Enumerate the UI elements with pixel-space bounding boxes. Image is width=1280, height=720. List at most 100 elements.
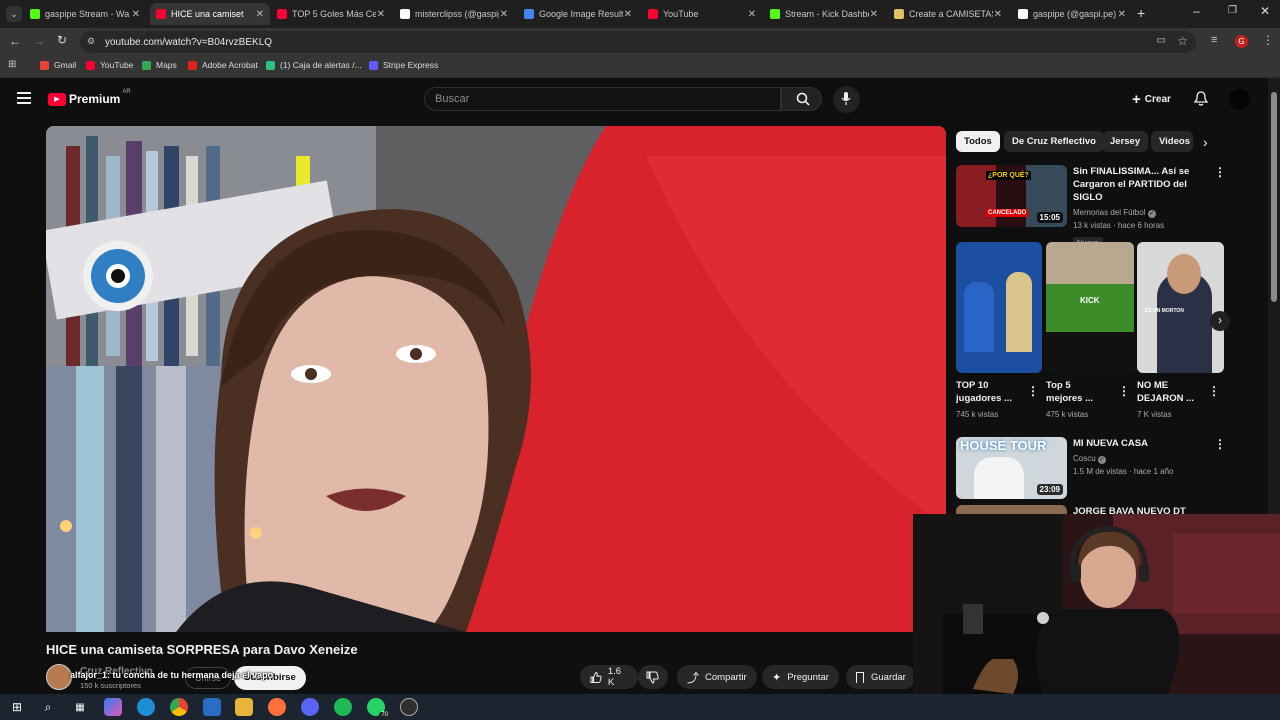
close-tab-icon[interactable]: ✕ [256,9,264,20]
bookmark-item[interactable]: YouTube [86,60,133,70]
close-tab-icon[interactable]: ✕ [748,9,756,20]
channel-avatar[interactable] [46,664,72,690]
browser-tab[interactable]: Stream - Kick Dashbo ✕ [764,3,884,25]
discord-icon[interactable] [301,698,319,716]
close-tab-icon[interactable]: ✕ [132,9,140,20]
chip-videos[interactable]: Videos [1151,131,1193,152]
save-button[interactable]: Guardar [846,665,916,689]
logo-text: Premium [69,92,121,106]
short-title: TOP 10 [956,380,989,391]
video-thumbnail: ¿POR QUÉ? CANCELADO 15:05 [956,165,1067,227]
search-button[interactable] [781,87,822,111]
close-tab-icon[interactable]: ✕ [870,9,878,20]
minimize-button[interactable]: – [1193,4,1200,18]
bookmark-item[interactable]: Maps [142,60,177,70]
edge-icon[interactable] [137,698,155,716]
browser-tab[interactable]: Create a CAMISETAS ✕ [888,3,1008,25]
address-bar[interactable]: ⚙ youtube.com/watch?v=B04rvzBEKLQ ▭ ☆ [80,31,1196,53]
create-button[interactable]: + Crear [1124,87,1179,111]
more-actions-icon[interactable]: ⋮ [1208,384,1220,398]
site-info-icon[interactable]: ⚙ [87,36,95,47]
bookmark-item[interactable]: Gmail [40,60,76,70]
account-avatar[interactable] [1229,89,1250,110]
forward-icon[interactable]: → [33,34,45,48]
browser-tab[interactable]: HICE una camiset ✕ [150,3,270,25]
shorts-shelf: KICK ES UN MORTON › TOP 10 jugadores ...… [956,242,1230,427]
voice-search-button[interactable] [833,86,860,113]
bookmark-item[interactable]: Adobe Acrobat [188,60,258,70]
store-icon[interactable] [203,698,221,716]
guide-menu-icon[interactable] [17,92,31,104]
reading-list-icon[interactable]: ≡ [1211,34,1217,46]
chip-from-channel[interactable]: De Cruz Reflectivo [1004,131,1104,152]
short-thumbnail[interactable]: KICK [1046,242,1134,373]
reload-icon[interactable]: ↻ [57,33,67,47]
restore-button[interactable]: ❐ [1228,5,1237,16]
bookmark-item[interactable]: (1) Caja de alertas /... [266,60,362,70]
notifications-bell-icon[interactable] [1194,91,1208,107]
close-tab-icon[interactable]: ✕ [624,9,632,20]
bookmark-item[interactable]: Stripe Express [369,60,438,70]
thumbs-down-icon [646,671,659,684]
search-icon [796,92,810,106]
tab-title: YouTube [663,9,699,19]
file-explorer-icon[interactable] [235,698,253,716]
close-tab-icon[interactable]: ✕ [377,9,385,20]
more-actions-icon[interactable]: ⋮ [1118,384,1130,398]
chrome-icon[interactable] [170,698,188,716]
browser-tab[interactable]: misterclipss (@gaspip ✕ [394,3,514,25]
ask-button[interactable]: ✦ Preguntar [762,665,839,689]
task-view-icon[interactable]: ▦ [71,698,89,716]
search-input[interactable]: Buscar [424,87,781,111]
tab-title: Stream - Kick Dashbo [785,9,869,19]
obs-icon[interactable] [400,698,418,716]
browser-tab[interactable]: TOP 5 Goles Más Cele ✕ [271,3,391,25]
video-player[interactable] [46,126,946,632]
new-tab-button[interactable]: + [1137,5,1145,21]
short-thumbnail[interactable] [956,242,1042,373]
close-window-button[interactable]: ✕ [1260,4,1270,18]
scrollbar-thumb[interactable] [1271,92,1277,302]
browser-tab[interactable]: YouTube ✕ [642,3,762,25]
browser-tab[interactable]: gaspipe (@gaspi.pe) ✕ [1012,3,1132,25]
chip-all[interactable]: Todos [956,131,1000,152]
firefox-icon[interactable] [268,698,286,716]
profile-avatar[interactable]: G [1235,35,1248,48]
bookmark-icon [856,671,864,683]
shorts-next-button[interactable]: › [1210,311,1230,331]
recommended-video[interactable]: HOUSE TOUR 23:09 MI NUEVA CASA Coscu ✓ 1… [956,437,1246,503]
copilot-icon[interactable] [104,698,122,716]
back-icon[interactable]: ← [9,34,21,48]
whatsapp-icon[interactable]: 70 [367,698,390,718]
bookmark-label: Maps [156,60,177,70]
close-tab-icon[interactable]: ✕ [500,9,508,20]
video-title: Sin FINALISSIMA... Así se [1073,166,1190,177]
browser-tab[interactable]: gaspipe Stream - Wa ✕ [24,3,146,25]
microphone-icon [841,92,851,105]
browser-tab-bar: ⌄ gaspipe Stream - Wa ✕ HICE una camiset ✕ T… [0,0,1280,28]
windows-start-icon[interactable]: ⊞ [8,698,26,716]
more-actions-icon[interactable]: ⋮ [1214,165,1226,179]
search-icon[interactable]: ⌕ [39,698,57,716]
chips-next-icon[interactable]: › [1203,134,1208,150]
tab-search-button[interactable]: ⌄ [6,6,22,22]
spotify-icon[interactable] [334,698,352,716]
bookmark-star-icon[interactable]: ☆ [1177,34,1188,48]
more-actions-icon[interactable]: ⋮ [1214,437,1226,451]
like-button[interactable]: 1.6 K [580,665,638,689]
browser-tab[interactable]: Google Image Result ✕ [518,3,638,25]
chip-jersey[interactable]: Jersey [1102,131,1149,152]
apps-grid-icon[interactable]: ⊞ [8,59,16,70]
youtube-logo[interactable]: ▶ Premium AR [48,89,131,106]
cast-icon[interactable]: ▭ [1157,35,1166,46]
recommended-video[interactable]: ¿POR QUÉ? CANCELADO 15:05 Sin FINALISSIM… [956,165,1246,248]
more-actions-icon[interactable]: ⋮ [1027,384,1039,398]
close-tab-icon[interactable]: ✕ [1118,9,1126,20]
video-meta: 1.5 M de vistas · hace 1 año [1073,467,1174,476]
dislike-button[interactable] [638,665,668,689]
close-tab-icon[interactable]: ✕ [994,9,1002,20]
share-button[interactable]: ⤴ Compartir [677,665,757,689]
menu-icon[interactable]: ⋮ [1262,33,1274,47]
tiktok-icon [400,9,410,19]
short-thumbnail[interactable]: ES UN MORTON [1137,242,1224,373]
